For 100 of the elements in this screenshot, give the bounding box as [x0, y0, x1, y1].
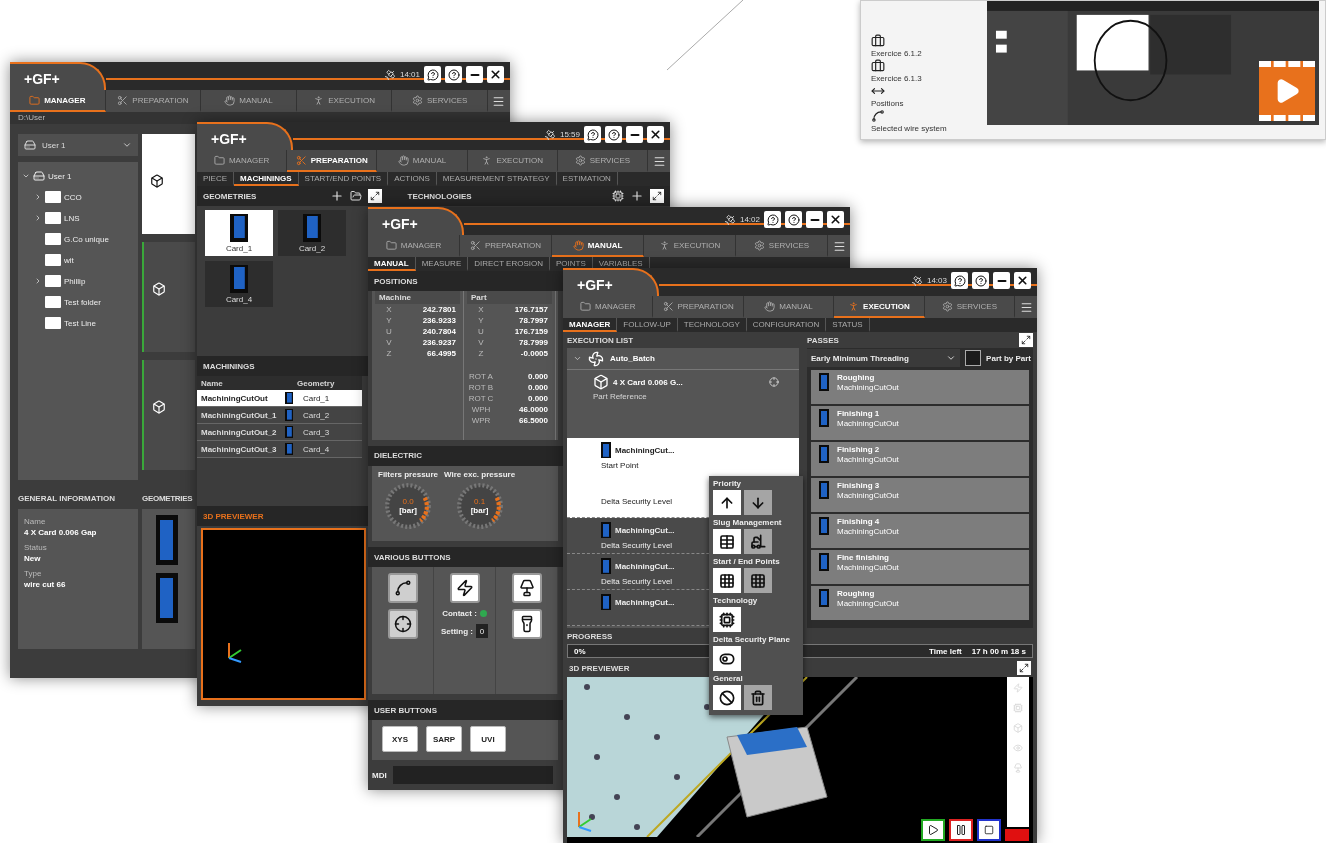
pass-item[interactable]: Finishing 4 MachiningCutOut [811, 514, 1029, 548]
help-button[interactable] [445, 66, 462, 83]
pass-item[interactable]: Roughing MachiningCutOut [811, 370, 1029, 404]
tree-item[interactable]: User 1 [22, 168, 134, 184]
chat-help-icon [426, 68, 439, 81]
pressure-gauge-drawing [383, 480, 433, 531]
section-title: USER BUTTONS [374, 705, 437, 715]
menu-icon [492, 94, 506, 108]
stop-button[interactable] [977, 819, 1001, 841]
menu-action-button[interactable] [713, 568, 741, 593]
user-button[interactable]: UVI [470, 726, 506, 753]
tree-item[interactable]: Phillip [22, 273, 134, 289]
field-label: Name [24, 517, 46, 526]
close-button[interactable] [827, 211, 844, 228]
help-icon [974, 274, 987, 287]
eye-icon [1013, 743, 1023, 753]
help-chat-button[interactable] [424, 66, 441, 83]
tree-item[interactable]: Test Line [22, 315, 134, 331]
table-row[interactable]: MachiningCutOut Card_1 [197, 390, 362, 407]
pause-icon [955, 824, 967, 836]
close-button[interactable] [647, 126, 664, 143]
section-title: 3D PREVIEWER [569, 663, 630, 673]
table-row[interactable]: MachiningCutOut_2 Card_3 [197, 424, 362, 441]
tree-item[interactable]: wit [22, 252, 134, 268]
menu-action-button[interactable] [713, 607, 741, 632]
sub-tab[interactable]: STATUS [826, 318, 870, 332]
axis-label: ROT B [467, 383, 495, 392]
pass-name: Finishing 3 [837, 481, 881, 490]
spline-button[interactable] [387, 573, 418, 604]
menu-action-button[interactable] [713, 529, 741, 554]
play-button[interactable] [921, 819, 945, 841]
tree-item[interactable]: Test folder [22, 294, 134, 310]
geometry-tile[interactable]: Card_4 [205, 261, 273, 307]
help-button[interactable] [972, 272, 989, 289]
sub-tab[interactable]: MANAGER [563, 318, 618, 332]
pause-button[interactable] [949, 819, 973, 841]
pass-item[interactable]: Finishing 2 MachiningCutOut [811, 442, 1029, 476]
job-icon [871, 34, 885, 48]
chip-button[interactable] [612, 190, 624, 202]
help-button[interactable] [785, 211, 802, 228]
table-row[interactable]: MachiningCutOut_1 Card_2 [197, 407, 362, 424]
expand-button[interactable] [650, 189, 664, 203]
tools-icon [117, 94, 129, 106]
menu-action-button[interactable] [713, 685, 741, 710]
pass-machining: MachiningCutOut [837, 455, 899, 464]
stop-icon [984, 825, 994, 835]
person-icon [658, 239, 670, 251]
close-button[interactable] [487, 66, 504, 83]
geometry-tile[interactable]: Card_2 [278, 210, 346, 256]
minimize-button[interactable] [993, 272, 1010, 289]
user-dropdown[interactable]: User 1 [18, 134, 138, 156]
satellite-icon [723, 213, 736, 226]
expand-button[interactable] [1019, 333, 1033, 347]
table-cell: Card_2 [303, 410, 330, 420]
minimize-button[interactable] [806, 211, 823, 228]
close-button[interactable] [1014, 272, 1031, 289]
tree-item[interactable]: G.Co unique [22, 231, 134, 247]
folder-button[interactable] [349, 190, 362, 202]
lamp-icon [517, 579, 536, 598]
pass-item[interactable]: Roughing MachiningCutOut [811, 586, 1029, 620]
menu-action-button[interactable] [713, 646, 741, 671]
pass-item[interactable]: Fine finishing MachiningCutOut [811, 550, 1029, 584]
machining-name: MachiningCut... [615, 561, 675, 571]
add-button[interactable] [630, 189, 644, 203]
menu-action-button[interactable] [713, 490, 741, 515]
frame-button[interactable] [387, 609, 418, 640]
checkbox[interactable] [965, 350, 982, 366]
add-button[interactable] [329, 189, 344, 203]
expand-button[interactable] [1017, 661, 1031, 675]
strategy-dropdown[interactable]: Early Minimum Threading [807, 349, 961, 367]
tree-item[interactable]: LNS [22, 210, 134, 226]
help-chat-button[interactable] [584, 126, 601, 143]
pass-item[interactable]: Finishing 3 MachiningCutOut [811, 478, 1029, 512]
folder-icon [45, 275, 61, 287]
help-chat-button[interactable] [951, 272, 968, 289]
mdi-input-field[interactable] [392, 766, 553, 784]
help-chat-button[interactable] [764, 211, 781, 228]
lamp-button[interactable] [511, 573, 542, 604]
table-row[interactable]: MachiningCutOut_3 Card_4 [197, 441, 362, 458]
folder-icon [385, 239, 397, 251]
geometry-tile[interactable]: Card_1 [205, 210, 273, 256]
minimize-button[interactable] [626, 126, 643, 143]
sub-tab[interactable]: FOLLOW-UP [617, 318, 678, 332]
power-button[interactable] [449, 573, 480, 604]
pass-item[interactable]: Finishing 1 MachiningCutOut [811, 406, 1029, 440]
time-left-value: 17 h 00 m 18 s [971, 646, 1026, 656]
mdi-label: MDI [372, 770, 387, 780]
flashlight-button[interactable] [511, 609, 542, 640]
tree-item[interactable]: CCO [22, 189, 134, 205]
expand-button[interactable] [367, 189, 382, 203]
help-button[interactable] [605, 126, 622, 143]
minimize-button[interactable] [466, 66, 483, 83]
user-button[interactable]: SARP [426, 726, 462, 753]
sub-tab[interactable]: CONFIGURATION [746, 318, 827, 332]
user-button[interactable]: XYS [382, 726, 418, 753]
sub-tab[interactable]: TECHNOLOGY [677, 318, 747, 332]
hand-icon [224, 94, 236, 106]
logo: +GF+ [10, 62, 106, 90]
geometry-thumbnail [156, 515, 178, 565]
axis-label: V [477, 338, 485, 347]
